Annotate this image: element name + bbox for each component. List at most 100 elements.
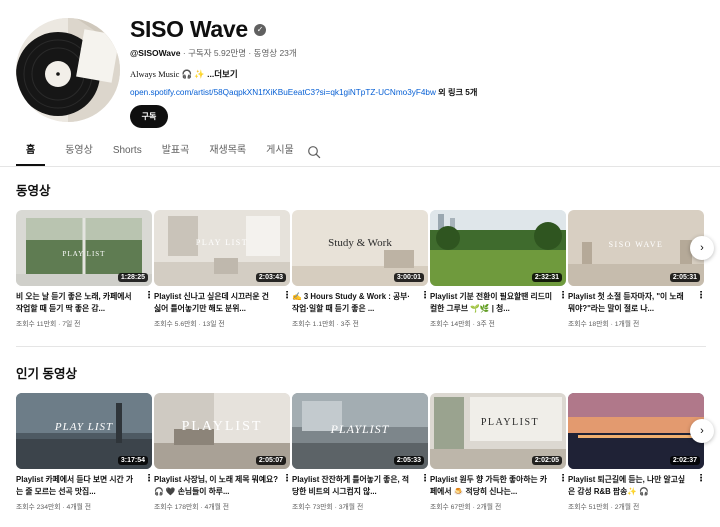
channel-description-text: Always Music 🎧 ✨ (130, 69, 205, 79)
more-vert-icon[interactable]: ⋮ (420, 474, 428, 486)
more-vert-icon[interactable]: ⋮ (696, 291, 704, 303)
video-meta: 조회수 73만회 · 3개월 전 (292, 504, 364, 511)
video-card[interactable]: 2:32:31 Playlist 기분 전환이 필요할땐 리드미컬한 그루브 🌱… (430, 210, 566, 328)
more-vert-icon[interactable]: ⋮ (558, 474, 566, 486)
video-title-text: Playlist 사장님, 이 노래 제목 뭐예요? 🎧 🖤 손님들이 하루..… (154, 475, 278, 496)
video-views: 조회수 67만회 (430, 504, 471, 511)
video-thumbnail[interactable]: 2:02:37 (568, 393, 704, 469)
video-title-text: ✍️ 3 Hours Study & Work : 공부·작업·일할 때 듣기 … (292, 292, 410, 313)
channel-links[interactable]: open.spotify.com/artist/58QaqpkXN1fXiKBu… (130, 86, 477, 98)
video-duration: 2:02:05 (531, 456, 562, 465)
more-links-label[interactable]: 외 링크 5개 (436, 88, 477, 97)
video-meta: 조회수 234만회 · 4개월 전 (16, 504, 91, 511)
video-views: 조회수 18만회 (568, 321, 609, 328)
more-vert-icon[interactable]: ⋮ (144, 474, 152, 486)
video-age: 7일 전 (62, 321, 81, 328)
video-age: 2개월 전 (614, 504, 640, 511)
video-views: 조회수 178만회 (154, 504, 199, 511)
video-title[interactable]: Playlist 원두 향 가득한 좋아하는 카페에서 🍮 적당히 신나는...… (430, 474, 566, 497)
video-thumbnail[interactable]: 2:32:31 (430, 210, 566, 286)
popular-row: PLAY LIST 3:17:54 Playlist 카페에서 듣다 보면 시간… (16, 393, 706, 523)
video-views: 조회수 73만회 (292, 504, 333, 511)
tab-posts[interactable]: 게시물 (266, 139, 294, 166)
video-meta: 조회수 1.1만회 · 3주 전 (292, 321, 359, 328)
tab-playlists[interactable]: 재생목록 (209, 139, 246, 166)
videos-row: PLAY LIST 1:28:25 비 오는 날 듣기 좋은 노래, 카페에서 … (16, 210, 706, 340)
video-meta: 조회수 11만회 · 7일 전 (16, 321, 81, 328)
channel-meta: @SISOWave · 구독자 5.92만명 · 동영상 23개 (130, 47, 297, 59)
video-thumbnail[interactable]: PLAY LIST 1:28:25 (16, 210, 152, 286)
video-card[interactable]: PLAY LIST 2:03:43 Playlist 신나고 싶은데 시끄러운 … (154, 210, 290, 328)
video-title-text: Playlist 잔잔하게 틀어놓기 좋은, 적당한 비트의 시그컴지 않... (292, 475, 410, 496)
section-title-popular: 인기 동영상 (16, 367, 77, 381)
video-age: 13일 전 (202, 321, 225, 328)
video-title[interactable]: Playlist 기분 전환이 필요할땐 리드미컬한 그루브 🌱🌿 | 청...… (430, 291, 566, 314)
channel-tabs: 홈 동영상 Shorts 발표곡 재생목록 게시물 (16, 139, 314, 166)
video-age: 3주 전 (476, 321, 495, 328)
thumbnail-text: PLAY LIST (54, 421, 114, 433)
channel-name: SISO Wave ✓ (130, 16, 266, 43)
video-thumbnail[interactable]: PLAYLIST 2:05:07 (154, 393, 290, 469)
tab-releases[interactable]: 발표곡 (162, 139, 190, 166)
thumbnail-text: PLAYLIST (330, 422, 390, 436)
video-age: 4개월 전 (66, 504, 91, 511)
more-vert-icon[interactable]: ⋮ (696, 474, 704, 486)
tab-videos[interactable]: 동영상 (65, 139, 93, 166)
chevron-right-icon[interactable]: › (690, 419, 714, 443)
video-meta: 조회수 178만회 · 4개월 전 (154, 504, 229, 511)
video-title[interactable]: Playlist 첫 소절 듣자마자, "이 노래 뭐야?"라는 말이 절로 나… (568, 291, 704, 314)
tab-shorts[interactable]: Shorts (113, 139, 142, 166)
video-thumbnail[interactable]: SISO WAVE 2:05:31 (568, 210, 704, 286)
more-vert-icon[interactable]: ⋮ (282, 291, 290, 303)
more-vert-icon[interactable]: ⋮ (282, 474, 290, 486)
subscribe-button[interactable]: 구독 (130, 105, 168, 128)
channel-description[interactable]: Always Music 🎧 ✨ ...더보기 (130, 68, 238, 80)
search-icon[interactable] (307, 145, 321, 159)
video-duration: 1:28:25 (117, 273, 148, 282)
video-card[interactable]: Study & Work 3:00:01 ✍️ 3 Hours Study & … (292, 210, 428, 328)
video-duration: 2:32:31 (531, 273, 562, 282)
video-card[interactable]: PLAYLIST 2:05:07 Playlist 사장님, 이 노래 제목 뭐… (154, 393, 290, 511)
more-vert-icon[interactable]: ⋮ (420, 291, 428, 303)
video-views: 조회수 51만회 (568, 504, 609, 511)
video-views: 조회수 5.6만회 (154, 321, 197, 328)
video-card[interactable]: SISO WAVE 2:05:31 Playlist 첫 소절 듣자마자, "이… (568, 210, 704, 328)
video-age: 3주 전 (340, 321, 359, 328)
video-title[interactable]: Playlist 신나고 싶은데 시끄러운 건 싫어 틀어놓기만 해도 분위..… (154, 291, 290, 314)
video-card[interactable]: PLAY LIST 1:28:25 비 오는 날 듣기 좋은 노래, 카페에서 … (16, 210, 152, 328)
video-title-text: Playlist 신나고 싶은데 시끄러운 건 싫어 틀어놓기만 해도 분위..… (154, 292, 269, 313)
video-title[interactable]: Playlist 카페에서 듣다 보면 시간 가는 줄 모르는 선곡 맛집...… (16, 474, 152, 497)
video-thumbnail[interactable]: PLAYLIST 2:05:33 (292, 393, 428, 469)
video-title[interactable]: Playlist 잔잔하게 틀어놓기 좋은, 적당한 비트의 시그컴지 않...… (292, 474, 428, 497)
spotify-link[interactable]: open.spotify.com/artist/58QaqpkXN1fXiKBu… (130, 88, 436, 97)
video-duration: 2:02:37 (669, 456, 700, 465)
video-card[interactable]: 2:02:37 Playlist 퇴근길에 듣는, 나만 알고싶은 감성 R&B… (568, 393, 704, 511)
video-thumbnail[interactable]: Study & Work 3:00:01 (292, 210, 428, 286)
thumbnail-text: SISO WAVE (608, 240, 664, 249)
video-views: 조회수 1.1만회 (292, 321, 335, 328)
video-age: 4개월 전 (204, 504, 229, 511)
channel-avatar[interactable] (16, 18, 120, 122)
video-age: 1개월 전 (614, 321, 640, 328)
video-views: 조회수 234만회 (16, 504, 61, 511)
chevron-right-icon[interactable]: › (690, 236, 714, 260)
video-card[interactable]: PLAYLIST 2:05:33 Playlist 잔잔하게 틀어놓기 좋은, … (292, 393, 428, 511)
video-duration: 2:03:43 (255, 273, 286, 282)
video-duration: 3:17:54 (117, 456, 148, 465)
video-title[interactable]: ✍️ 3 Hours Study & Work : 공부·작업·일할 때 듣기 … (292, 291, 428, 314)
thumbnail-text: PLAY LIST (62, 250, 106, 258)
video-duration: 2:05:33 (393, 456, 424, 465)
more-link[interactable]: ...더보기 (205, 69, 238, 79)
video-card[interactable]: PLAY LIST 3:17:54 Playlist 카페에서 듣다 보면 시간… (16, 393, 152, 511)
video-age: 3개월 전 (338, 504, 364, 511)
video-title[interactable]: Playlist 퇴근길에 듣는, 나만 알고싶은 감성 R&B 팝송✨ 🎧 ⋮ (568, 474, 704, 497)
more-vert-icon[interactable]: ⋮ (144, 291, 152, 303)
video-title[interactable]: Playlist 사장님, 이 노래 제목 뭐예요? 🎧 🖤 손님들이 하루..… (154, 474, 290, 497)
tab-home[interactable]: 홈 (16, 139, 46, 166)
more-vert-icon[interactable]: ⋮ (558, 291, 566, 303)
video-thumbnail[interactable]: PLAY LIST 2:03:43 (154, 210, 290, 286)
video-thumbnail[interactable]: PLAY LIST 3:17:54 (16, 393, 152, 469)
video-card[interactable]: PLAYLIST 2:02:05 Playlist 원두 향 가득한 좋아하는 … (430, 393, 566, 511)
video-title[interactable]: 비 오는 날 듣기 좋은 노래, 카페에서 작업할 때 듣기 딱 좋은 감...… (16, 291, 152, 314)
video-thumbnail[interactable]: PLAYLIST 2:02:05 (430, 393, 566, 469)
